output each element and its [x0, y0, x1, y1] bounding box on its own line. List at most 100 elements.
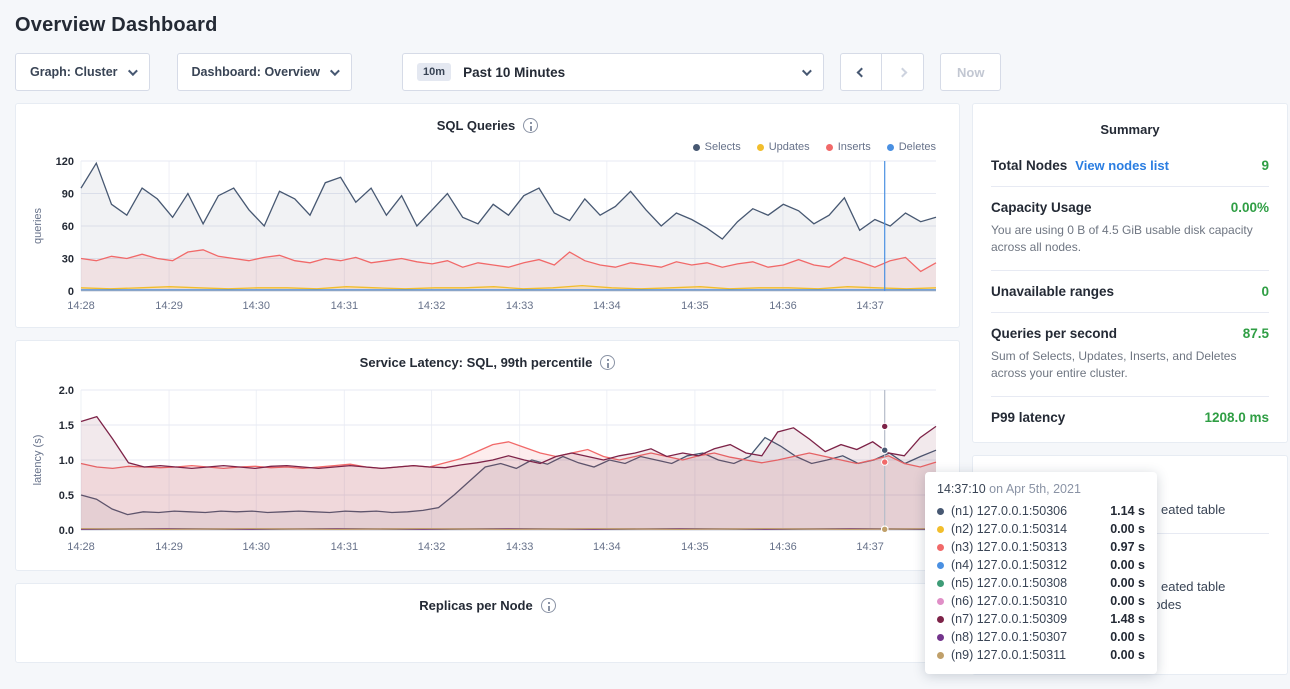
- dashboard-dropdown[interactable]: Dashboard: Overview: [177, 53, 353, 91]
- tooltip-time: 14:37:10: [937, 482, 986, 496]
- svg-text:14:35: 14:35: [681, 541, 709, 553]
- tooltip-rows: (n1) 127.0.0.1:50306 1.14 s (n2) 127.0.0…: [937, 502, 1145, 664]
- node-address: (n4) 127.0.0.1:50312: [951, 558, 1067, 572]
- legend-item[interactable]: Updates: [757, 139, 810, 155]
- dashboard-dropdown-label: Dashboard: Overview: [192, 65, 321, 79]
- tooltip-date: on Apr 5th, 2021: [989, 482, 1081, 496]
- charts-column: SQL Queries Selects Updates Inserts Deletes…: [15, 103, 960, 663]
- node-latency-value: 1.14 s: [1110, 504, 1145, 518]
- svg-text:1.0: 1.0: [59, 455, 74, 467]
- node-address: (n6) 127.0.0.1:50310: [951, 594, 1067, 608]
- time-range-badge: 10m: [417, 63, 451, 81]
- capacity-usage-label: Capacity Usage: [991, 200, 1092, 215]
- summary-title: Summary: [991, 110, 1269, 145]
- svg-text:14:30: 14:30: [243, 300, 271, 312]
- info-icon[interactable]: [600, 355, 615, 370]
- svg-text:90: 90: [62, 189, 74, 201]
- svg-text:14:31: 14:31: [331, 300, 359, 312]
- node-address: (n7) 127.0.0.1:50309: [951, 612, 1067, 626]
- legend-label: Updates: [769, 141, 810, 153]
- node-color-dot: [937, 616, 944, 623]
- svg-text:14:32: 14:32: [418, 541, 446, 553]
- time-range-label: Past 10 Minutes: [463, 65, 565, 80]
- svg-text:0.0: 0.0: [59, 525, 74, 537]
- tooltip-node-row: (n3) 127.0.0.1:50313 0.97 s: [937, 538, 1145, 556]
- svg-text:14:31: 14:31: [331, 541, 359, 553]
- svg-text:0: 0: [68, 286, 74, 298]
- chart-title: Replicas per Node: [419, 598, 532, 613]
- graph-dropdown-label: Graph: Cluster: [30, 65, 118, 79]
- queries-per-second-label: Queries per second: [991, 326, 1117, 341]
- chart-title-row: SQL Queries: [31, 116, 944, 133]
- svg-text:14:36: 14:36: [769, 300, 797, 312]
- tooltip-node-row: (n6) 127.0.0.1:50310 0.00 s: [937, 592, 1145, 610]
- total-nodes-row: Total Nodes View nodes list 9: [991, 145, 1269, 187]
- service-latency-chart[interactable]: 14:2814:2914:3014:3114:3214:3314:3414:35…: [31, 378, 946, 558]
- legend-item[interactable]: Deletes: [887, 139, 936, 155]
- node-latency-value: 0.00 s: [1110, 594, 1145, 608]
- svg-text:14:37: 14:37: [856, 541, 884, 553]
- replicas-per-node-card: Replicas per Node: [15, 583, 960, 663]
- legend-item[interactable]: Selects: [693, 139, 741, 155]
- svg-text:14:29: 14:29: [155, 300, 183, 312]
- chevron-right-icon: [898, 67, 908, 77]
- tooltip-node-row: (n7) 127.0.0.1:50309 1.48 s: [937, 610, 1145, 628]
- node-latency-value: 0.00 s: [1110, 576, 1145, 590]
- tooltip-node-row: (n2) 127.0.0.1:50314 0.00 s: [937, 520, 1145, 538]
- service-latency-card: Service Latency: SQL, 99th percentile 14…: [15, 340, 960, 571]
- info-icon[interactable]: [523, 118, 538, 133]
- node-address: (n5) 127.0.0.1:50308: [951, 576, 1067, 590]
- tooltip-node-row: (n8) 127.0.0.1:50307 0.00 s: [937, 628, 1145, 646]
- svg-text:latency (s): latency (s): [32, 435, 44, 486]
- svg-text:60: 60: [62, 221, 74, 233]
- node-latency-value: 0.00 s: [1110, 630, 1145, 644]
- svg-text:14:34: 14:34: [593, 541, 621, 553]
- sql-queries-card: SQL Queries Selects Updates Inserts Deletes…: [15, 103, 960, 328]
- prev-range-button[interactable]: [840, 53, 882, 91]
- controls-bar: Graph: Cluster Dashboard: Overview 10m P…: [15, 53, 1275, 91]
- chevron-down-icon: [802, 66, 812, 76]
- svg-text:120: 120: [56, 156, 74, 168]
- node-color-dot: [937, 634, 944, 641]
- page-header: Overview Dashboard: [0, 0, 1290, 37]
- next-range-button[interactable]: [882, 53, 924, 91]
- node-color-dot: [937, 508, 944, 515]
- p99-latency-value: 1208.0 ms: [1204, 410, 1269, 425]
- overview-dashboard-page: Overview Dashboard Graph: Cluster Dashbo…: [0, 0, 1290, 689]
- summary-panel: Summary Total Nodes View nodes list 9 Ca…: [972, 103, 1288, 443]
- info-icon[interactable]: [541, 598, 556, 613]
- queries-per-second-value: 87.5: [1243, 326, 1269, 341]
- node-address: (n8) 127.0.0.1:50307: [951, 630, 1067, 644]
- svg-text:14:29: 14:29: [155, 541, 183, 553]
- unavailable-ranges-value: 0: [1261, 284, 1269, 299]
- total-nodes-label: Total Nodes: [991, 158, 1067, 173]
- svg-text:14:35: 14:35: [681, 300, 709, 312]
- capacity-usage-description: You are using 0 B of 4.5 GiB usable disk…: [991, 222, 1269, 257]
- node-address: (n1) 127.0.0.1:50306: [951, 504, 1067, 518]
- chart-tooltip: 14:37:10 on Apr 5th, 2021 (n1) 127.0.0.1…: [925, 472, 1157, 674]
- graph-dropdown[interactable]: Graph: Cluster: [15, 53, 150, 91]
- queries-per-second-row: Queries per second 87.5 Sum of Selects, …: [991, 313, 1269, 397]
- node-latency-value: 1.48 s: [1110, 612, 1145, 626]
- now-button[interactable]: Now: [940, 53, 1001, 91]
- node-latency-value: 0.97 s: [1110, 540, 1145, 554]
- legend-item[interactable]: Inserts: [826, 139, 871, 155]
- sql-queries-chart[interactable]: 14:2814:2914:3014:3114:3214:3314:3414:35…: [31, 155, 946, 315]
- time-step-buttons: [840, 53, 924, 91]
- p99-latency-row: P99 latency 1208.0 ms: [991, 397, 1269, 438]
- node-address: (n3) 127.0.0.1:50313: [951, 540, 1067, 554]
- node-color-dot: [937, 562, 944, 569]
- legend-label: Selects: [705, 141, 741, 153]
- time-range-selector[interactable]: 10m Past 10 Minutes: [402, 53, 824, 91]
- node-address: (n2) 127.0.0.1:50314: [951, 522, 1067, 536]
- svg-text:1.5: 1.5: [59, 420, 74, 432]
- capacity-usage-row: Capacity Usage 0.00% You are using 0 B o…: [991, 187, 1269, 271]
- tooltip-node-row: (n1) 127.0.0.1:50306 1.14 s: [937, 502, 1145, 520]
- view-nodes-list-link[interactable]: View nodes list: [1075, 158, 1169, 173]
- legend-color-dot: [693, 144, 700, 151]
- capacity-usage-value: 0.00%: [1231, 200, 1269, 215]
- svg-text:14:28: 14:28: [67, 300, 95, 312]
- page-title: Overview Dashboard: [15, 14, 1275, 37]
- chevron-down-icon: [127, 66, 137, 76]
- chevron-down-icon: [330, 66, 340, 76]
